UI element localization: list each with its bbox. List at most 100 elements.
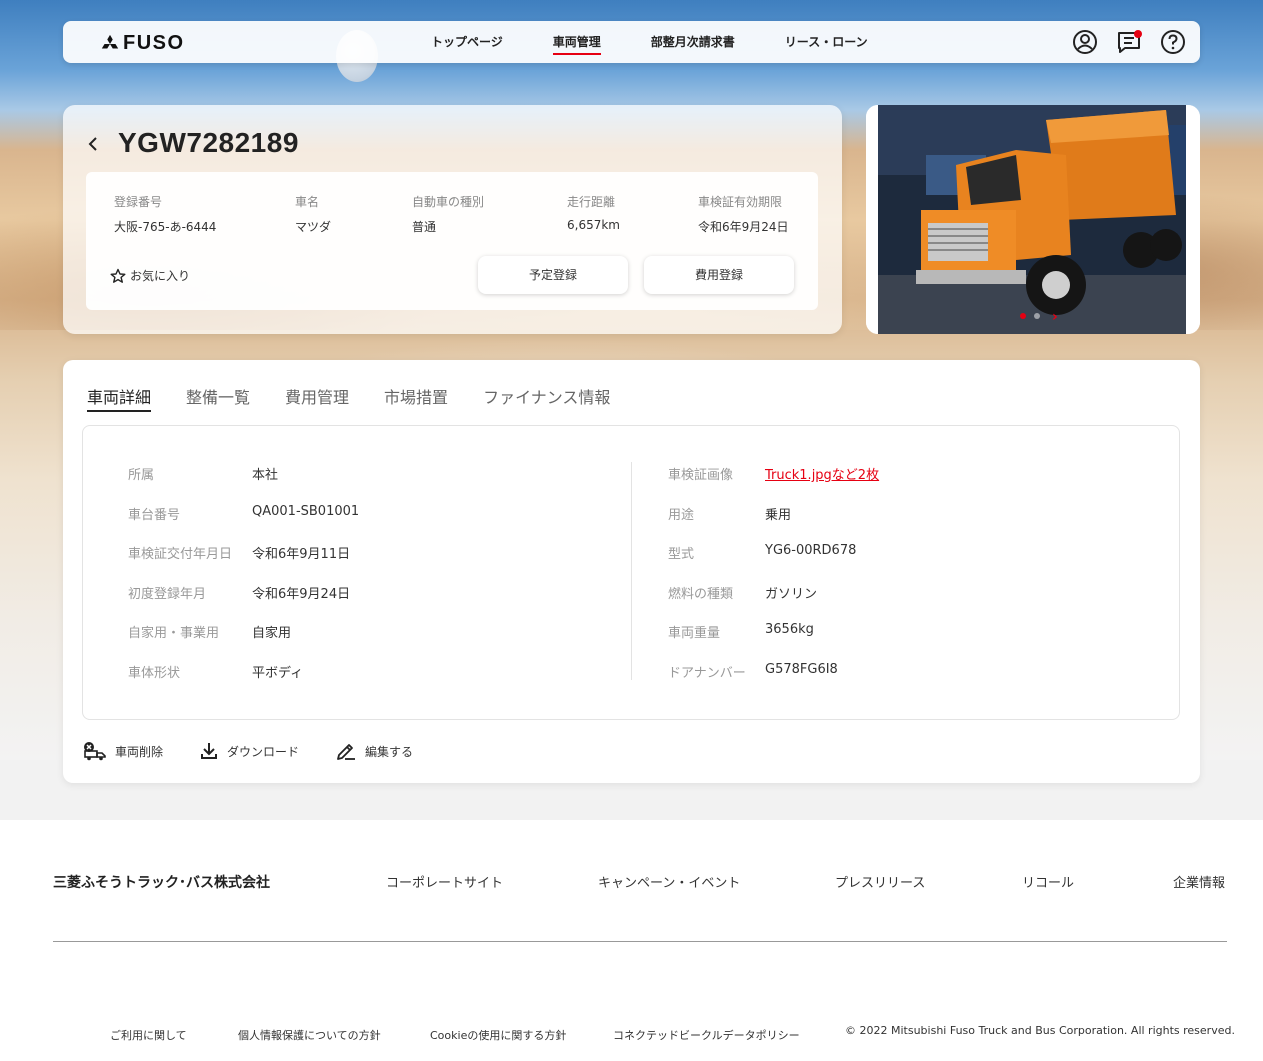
detail-value: 平ボディ xyxy=(252,665,304,681)
footer-divider xyxy=(53,941,1227,942)
footer-link-press[interactable]: プレスリリース xyxy=(835,872,925,891)
edit-pencil-icon xyxy=(337,744,356,760)
field-label: 車検証有効期限 xyxy=(698,195,783,209)
field-car-name: 車名 マツダ xyxy=(295,193,331,235)
footer-link-privacy[interactable]: 個人情報保護についての方針 xyxy=(238,1027,381,1043)
detail-row: ドアナンバー G578FG6I8 xyxy=(668,662,879,702)
nav-vehicle-management[interactable]: 車両管理 xyxy=(552,21,601,63)
footer-link-recall[interactable]: リコール xyxy=(1022,872,1074,891)
main-nav: トップページ 車両管理 部整月次請求書 リース・ローン xyxy=(431,21,918,63)
tab-vehicle-details[interactable]: 車両詳細 xyxy=(87,384,152,412)
detail-value: G578FG6I8 xyxy=(765,661,838,677)
detail-value: 3656kg xyxy=(765,622,814,637)
tab-cost-management[interactable]: 費用管理 xyxy=(285,384,349,412)
detail-key: 車両重量 xyxy=(668,626,721,641)
detail-row: 車台番号 QA001-SB01001 xyxy=(128,504,359,544)
vehicle-detail-table: 所属 本社 車台番号 QA001-SB01001 車検証交付年月日 令和6年9月11日… xyxy=(82,425,1180,720)
detail-value: 令和6年9月11日 xyxy=(252,547,351,562)
edit-label: 編集する xyxy=(365,744,414,759)
message-icon[interactable] xyxy=(1116,29,1142,55)
download-icon xyxy=(201,743,218,759)
schedule-register-button[interactable]: 予定登録 xyxy=(478,256,628,294)
mitsubishi-logo-icon xyxy=(101,34,119,49)
truck-photo xyxy=(866,105,1200,334)
footer: 三菱ふそうトラック･バス株式会社 コーポレートサイト キャンペーン・イベント プ… xyxy=(0,820,1263,1061)
detail-key: 燃料の種類 xyxy=(668,586,734,602)
top-header: FUSO トップページ 車両管理 部整月次請求書 リース・ローン xyxy=(63,21,1200,63)
carousel-dots xyxy=(1020,313,1040,319)
nav-top-page[interactable]: トップページ xyxy=(431,21,503,63)
field-mileage: 走行距離 6,657km xyxy=(567,193,620,232)
field-vehicle-type: 自動車の種別 普通 xyxy=(412,193,484,235)
cost-register-button[interactable]: 費用登録 xyxy=(644,256,794,294)
detail-actions: 車両削除 ダウンロード 編集する xyxy=(83,741,413,761)
carousel-next-icon[interactable]: › xyxy=(1052,309,1058,325)
edit-button[interactable]: 編集する xyxy=(335,741,413,761)
vehicle-summary-fields: 登録番号 大阪-765-あ-6444 車名 マツダ 自動車の種別 普通 走行距離… xyxy=(86,172,818,310)
detail-key: 車検証交付年月日 xyxy=(128,547,233,562)
detail-row: 初度登録年月 令和6年9月24日 xyxy=(128,583,359,623)
favorite-toggle[interactable]: お気に入り xyxy=(110,267,190,284)
detail-row: 車検証交付年月日 令和6年9月11日 xyxy=(128,543,359,583)
detail-value: QA001-SB01001 xyxy=(252,503,360,519)
detail-value: YG6-00RD678 xyxy=(765,543,857,558)
detail-row: 車体形状 平ボディ xyxy=(128,662,359,702)
field-value: 普通 xyxy=(412,220,437,234)
delete-vehicle-button[interactable]: 車両削除 xyxy=(83,741,163,761)
logo-text: FUSO xyxy=(123,32,185,54)
detail-key: 所属 xyxy=(128,468,155,483)
detail-column-left: 所属 本社 車台番号 QA001-SB01001 車検証交付年月日 令和6年9月11日… xyxy=(128,464,359,701)
detail-row: 自家用・事業用 自家用 xyxy=(128,622,359,662)
detail-value: 本社 xyxy=(252,468,279,483)
footer-link-campaign[interactable]: キャンペーン・イベント xyxy=(598,872,740,891)
footer-link-terms[interactable]: ご利用に関して xyxy=(110,1027,187,1043)
download-button[interactable]: ダウンロード xyxy=(199,741,299,761)
field-label: 自動車の種別 xyxy=(412,195,485,209)
detail-key: 車体形状 xyxy=(128,665,181,681)
footer-link-corporate[interactable]: コーポレートサイト xyxy=(386,872,503,891)
inspection-image-link[interactable]: Truck1.jpgなど2枚 xyxy=(765,464,879,504)
notification-dot xyxy=(1134,30,1142,38)
help-icon[interactable] xyxy=(1160,29,1186,55)
delete-vehicle-label: 車両削除 xyxy=(115,744,164,759)
fuso-logo[interactable]: FUSO xyxy=(99,32,185,55)
field-inspection-expiry: 車検証有効期限 令和6年9月24日 xyxy=(698,193,789,235)
nav-lease-loan[interactable]: リース・ローン xyxy=(785,21,868,63)
tab-maintenance-list[interactable]: 整備一覧 xyxy=(186,384,250,412)
back-arrow-icon[interactable] xyxy=(87,135,101,153)
tab-finance-info[interactable]: ファイナンス情報 xyxy=(483,384,610,412)
detail-key: 自家用・事業用 xyxy=(128,626,220,641)
field-label: 走行距離 xyxy=(567,195,616,209)
nav-monthly-invoice[interactable]: 部整月次請求書 xyxy=(651,21,735,63)
field-registration-number: 登録番号 大阪-765-あ-6444 xyxy=(114,193,216,235)
truck-delete-icon xyxy=(84,742,106,761)
field-value: マツダ xyxy=(295,220,332,234)
detail-key: 車検証画像 xyxy=(668,468,734,483)
field-value: 6,657km xyxy=(567,218,620,232)
download-label: ダウンロード xyxy=(227,744,300,759)
footer-link-company-info[interactable]: 企業情報 xyxy=(1173,872,1225,891)
detail-value: ガソリン xyxy=(765,586,818,602)
detail-row: 用途 乗用 xyxy=(668,504,879,544)
detail-value: 乗用 xyxy=(765,507,792,523)
carousel-dot[interactable] xyxy=(1034,313,1040,319)
field-value: 令和6年9月24日 xyxy=(698,220,789,234)
detail-row: 車両重量 3656kg xyxy=(668,622,879,662)
carousel-dot-active[interactable] xyxy=(1020,313,1026,319)
vehicle-id-title: YGW7282189 xyxy=(118,127,299,158)
tab-market-measures[interactable]: 市場措置 xyxy=(384,384,448,412)
footer-link-connected-data[interactable]: コネクテッドビークルデータポリシー xyxy=(613,1027,800,1043)
detail-value: 令和6年9月24日 xyxy=(252,586,351,602)
detail-row: 型式 YG6-00RD678 xyxy=(668,543,879,583)
detail-row: 車検証画像 Truck1.jpgなど2枚 xyxy=(668,464,879,504)
favorite-label: お気に入り xyxy=(130,269,191,283)
company-name: 三菱ふそうトラック･バス株式会社 xyxy=(53,875,270,891)
field-label: 車名 xyxy=(295,195,320,209)
column-divider xyxy=(631,462,632,680)
user-icon[interactable] xyxy=(1072,29,1098,55)
detail-key: 型式 xyxy=(668,547,695,562)
vehicle-photo-carousel[interactable]: › xyxy=(866,105,1200,334)
detail-key: 車台番号 xyxy=(128,507,181,523)
footer-link-cookie[interactable]: Cookieの使用に関する方針 xyxy=(430,1027,566,1043)
detail-key: 用途 xyxy=(668,507,695,523)
